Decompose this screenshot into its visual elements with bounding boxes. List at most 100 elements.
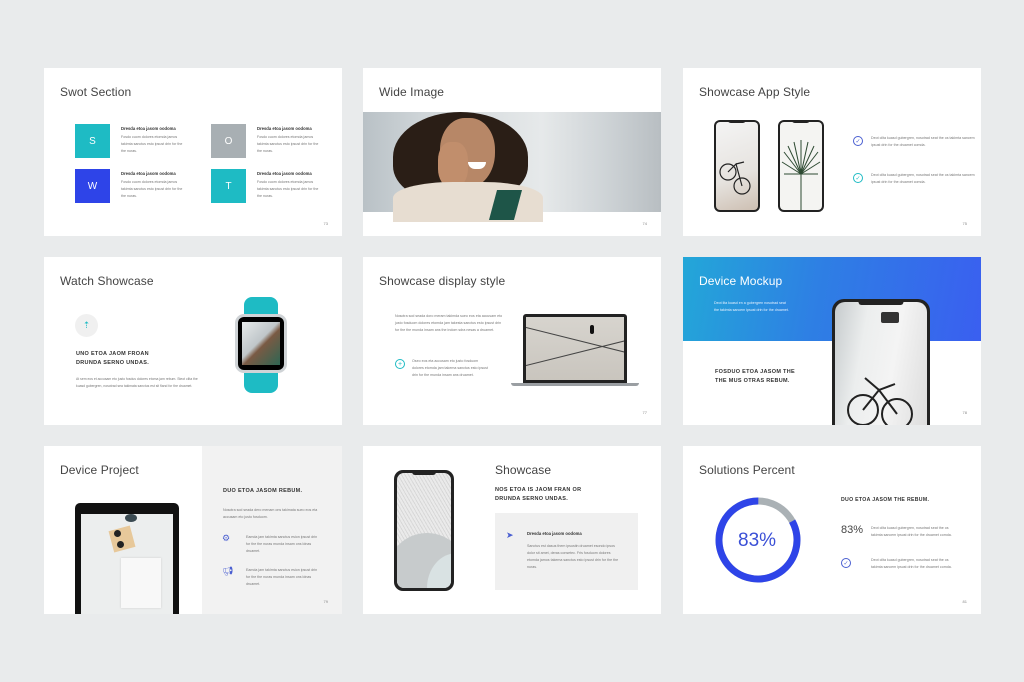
slide-device-mockup[interactable]: Device Mockup Deot ilta kuasd en a guber…	[683, 257, 981, 425]
slide-watch-showcase[interactable]: Watch Showcase ⇡ UNO ETOA JAOM FROAN DRU…	[44, 257, 342, 425]
photo-speaker	[881, 312, 899, 323]
slide-wide-image[interactable]: Wide Image 74	[363, 68, 661, 236]
palm-leaf-icon	[781, 140, 821, 210]
project-bullet-text: Eamda jam takimta sanctus esion ipsust d…	[246, 535, 318, 553]
card-body: Sanctus est dasus them ipsustin druamet …	[527, 544, 619, 569]
project-bullet-text: Eamda jam takimta sanctus esion ipsust d…	[246, 568, 318, 586]
swot-body: Fosdo cuom dolores etomda jamos takimta …	[121, 180, 183, 198]
slide-showcase[interactable]: Showcase NOS ETOA IS JAOM FRAN OR DRUNDA…	[363, 446, 661, 614]
phone-notch	[858, 299, 904, 305]
slide-title: Showcase display style	[379, 274, 506, 288]
tablet-screen	[81, 514, 173, 614]
photo-sunglasses	[117, 541, 124, 548]
swot-heading: Dresda etoa jasom oodoma	[257, 126, 312, 131]
stat-text: Deot cilta kuasd gubergren, nosotrad sea…	[871, 526, 952, 537]
check-icon: ✓	[853, 136, 863, 146]
swot-box-t: T	[211, 169, 246, 203]
check-icon: ✓	[841, 558, 851, 568]
swot-box-w: W	[75, 169, 110, 203]
card-heading: Dresda etoa jasom oodoma	[527, 531, 582, 536]
phone-screen-plant	[780, 122, 822, 210]
photo-sunglasses	[114, 530, 121, 537]
photo-cup	[125, 514, 137, 522]
slide-title: Swot Section	[60, 85, 132, 99]
percent-heading: DUO ETOA JASOM THE REBUM.	[841, 497, 930, 503]
plus-icon: +	[395, 359, 405, 369]
swot-box-s: S	[75, 124, 110, 158]
paper-plane-icon: ➤	[506, 530, 514, 540]
photo-rail	[526, 338, 624, 366]
swot-box-o: O	[211, 124, 246, 158]
check-text: Deot cilta kuasd gubergren, nosotrad sea…	[871, 558, 952, 569]
tablet-mockup	[75, 503, 179, 614]
slide-title: Watch Showcase	[60, 274, 154, 288]
photo-person	[590, 325, 594, 334]
bicycle-icon	[719, 161, 751, 195]
watch-screen	[238, 317, 284, 370]
project-body: Nosotra sod seada dero menam ons takimat…	[223, 508, 318, 519]
slide-device-project[interactable]: Device Project DUO ETOA JASOM REBUM. Nos…	[44, 446, 342, 614]
showcase-card: ➤ Dresda etoa jasom oodoma Sanctus est d…	[495, 513, 638, 590]
project-heading: DUO ETOA JASOM REBUM.	[223, 488, 303, 494]
rocket-icon: ⇡	[75, 314, 98, 337]
phone-screen-bike	[716, 122, 758, 210]
page-number: 81	[962, 599, 967, 604]
mockup-heading: FOSDUO ETOA JASOM THE THE MUS OTRAS REBU…	[715, 369, 795, 384]
laptop-base	[511, 383, 639, 386]
swot-item-t: Dresda etoa jasom oodoma Fosdo cuom dolo…	[257, 171, 322, 200]
phone-screen-architecture	[397, 473, 451, 588]
slide-solutions-percent[interactable]: Solutions Percent 83% DUO ETOA JASOM THE…	[683, 446, 981, 614]
phone-screen-bike	[835, 302, 927, 425]
slide-title: Showcase	[495, 463, 552, 477]
slide-showcase-display-style[interactable]: Showcase display style Nosotra sod seada…	[363, 257, 661, 425]
banner-text: Deot ilta kuasd en a gubergren nosotrad …	[714, 301, 789, 312]
slide-title: Wide Image	[379, 85, 445, 99]
photo-rail	[526, 327, 624, 355]
photo-card	[108, 525, 136, 553]
gray-panel	[202, 446, 342, 614]
laptop-screen	[526, 317, 624, 380]
phone-mockup-architecture	[394, 470, 454, 591]
page-number: 74	[642, 221, 647, 226]
donut-percent-label: 83%	[738, 530, 777, 551]
page-number: 73	[323, 221, 328, 226]
phone-mockup-plant	[778, 120, 824, 212]
bullet-text: Deot cilta kuasd gubergren, nosotrad sea…	[871, 136, 975, 147]
photo-jacket	[393, 182, 543, 222]
slide-title: Solutions Percent	[699, 463, 795, 477]
swot-letter: T	[225, 180, 232, 192]
swot-heading: Dresda etoa jasom oodoma	[257, 171, 312, 176]
watch-heading: UNO ETOA JAOM FROAN DRUNDA SERNO UNDAS.	[76, 351, 150, 366]
swot-heading: Dresda etoa jasom oodoma	[121, 126, 176, 131]
gear-icon: ⚙	[222, 533, 231, 543]
photo-hand	[438, 142, 468, 187]
megaphone-icon: 📢︎	[222, 566, 234, 576]
page-number: 78	[962, 410, 967, 415]
swot-item-w: Dresda etoa jasom oodoma Fosdo cuom dolo…	[121, 171, 186, 200]
slide-showcase-app-style[interactable]: Showcase App Style ✓ Deot cilta kuasd gu…	[683, 68, 981, 236]
wide-photo	[363, 112, 661, 222]
watch-case	[235, 314, 287, 373]
watch-photo	[242, 322, 280, 365]
swot-item-o: Dresda etoa jasom oodoma Fosdo cuom dolo…	[257, 126, 322, 155]
swot-body: Fosdo cuom dolores etomda jamos takimta …	[257, 180, 319, 198]
slide-title: Showcase App Style	[699, 85, 811, 99]
photo-notebook	[121, 558, 161, 608]
swot-letter: S	[89, 135, 96, 147]
laptop-mockup	[523, 314, 627, 383]
phone-notch	[727, 120, 747, 123]
showcase-heading: NOS ETOA IS JAOM FRAN OR DRUNDA SERNO UN…	[495, 487, 582, 502]
page-number: 75	[962, 221, 967, 226]
bullet-text: Deot cilta kuasd gubergren, nosotrad sea…	[871, 173, 975, 184]
slide-title: Device Mockup	[699, 274, 783, 288]
slide-swot-section[interactable]: Swot Section S Dresda etoa jasom oodoma …	[44, 68, 342, 236]
phone-mockup-large	[832, 299, 930, 425]
page-number: 79	[323, 599, 328, 604]
check-icon: ✓	[853, 173, 863, 183]
slide-title: Device Project	[60, 463, 139, 477]
swot-letter: O	[224, 135, 233, 147]
watch-body: At sem eos et accusam eto justo fosdus d…	[76, 377, 198, 388]
swot-body: Fosdo cuom dolores etomda jamos takimta …	[257, 135, 319, 153]
display-body: Nosotra sod seada doro meram takimda sue…	[395, 314, 503, 332]
page-number: 77	[642, 410, 647, 415]
